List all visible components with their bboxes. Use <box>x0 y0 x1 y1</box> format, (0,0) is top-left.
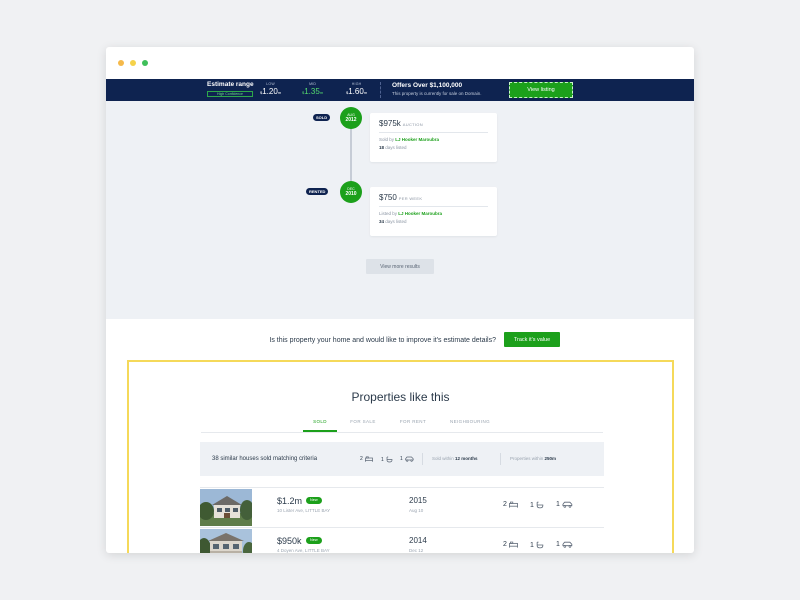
property-baths: 1 <box>530 501 544 509</box>
car-icon <box>562 541 573 548</box>
window-maximize-dot[interactable] <box>142 60 148 66</box>
sold-year: 2015 <box>409 496 427 505</box>
timeline-agent-line: Sold by LJ Hooker Maroubra <box>379 137 440 142</box>
agent-link[interactable]: LJ Hooker Maroubra <box>398 211 442 216</box>
property-photo <box>200 489 252 526</box>
window-close-dot[interactable] <box>118 60 124 66</box>
estimate-high: HIGH $1.60m <box>346 82 367 96</box>
summary-divider <box>422 453 423 465</box>
similar-tabs: SOLD FOR SALE FOR RENT NEIGHBOURING <box>303 414 503 432</box>
browser-window: Estimate range High Confidence LOW $1.20… <box>106 47 694 553</box>
timeline-year: 2012 <box>345 117 357 123</box>
property-price: $1.2m <box>277 496 303 506</box>
property-beds: 2 <box>503 541 518 548</box>
similar-properties-section: Properties like this SOLD FOR SALE FOR R… <box>127 360 674 553</box>
estimate-high-value: $1.60m <box>346 87 368 96</box>
property-cars: 1 <box>556 541 573 548</box>
new-badge: New <box>306 537 322 544</box>
timeline-days-listed: 34 days listed <box>379 219 407 224</box>
car-icon <box>405 456 414 462</box>
property-address: 10 Lister Ave, LITTLE BAY <box>277 508 331 513</box>
window-minimize-dot[interactable] <box>130 60 136 66</box>
estimate-title: Estimate range <box>207 81 254 88</box>
sold-date: Aug 10 <box>409 508 424 513</box>
property-address: 4 Doyen Ave, LITTLE BAY <box>277 548 330 553</box>
estimate-high-label: HIGH <box>351 82 362 86</box>
card-separator <box>379 206 488 207</box>
tab-sold[interactable]: SOLD <box>303 414 337 432</box>
tab-for-rent[interactable]: FOR RENT <box>389 414 437 432</box>
estimate-bar: Estimate range High Confidence LOW $1.20… <box>106 79 694 101</box>
timeline-card: $750 PER WEEK Listed by LJ Hooker Maroubr… <box>370 187 497 236</box>
timeline-tag-rented: RENTED <box>306 188 329 195</box>
summary-divider <box>500 453 501 465</box>
improve-estimate-question: Is this property your home and would lik… <box>269 337 496 344</box>
summary-sold-within: Sold within 12 months <box>432 456 478 461</box>
sold-date: Dec 12 <box>409 548 424 553</box>
window-titlebar <box>106 47 694 79</box>
estimate-mid: MID $1.35m <box>302 82 323 96</box>
summary-beds: 2 <box>360 456 373 462</box>
timeline-date-circle: AUG 2012 <box>340 107 362 129</box>
property-history: SOLD AUG 2012 $975k AUCTION Sold by LJ Ho… <box>106 101 694 319</box>
timeline-tag-sold: SOLD <box>313 114 331 121</box>
timeline-price: $975k AUCTION <box>379 119 423 128</box>
search-summary: 38 similar houses sold matching criteria… <box>200 442 604 476</box>
estimate-low-label: LOW <box>266 82 275 86</box>
bed-icon <box>364 456 373 462</box>
timeline-card: $975k AUCTION Sold by LJ Hooker Maroubra … <box>370 113 497 162</box>
car-icon <box>562 501 573 508</box>
tab-neighbouring[interactable]: NEIGHBOURING <box>437 414 503 432</box>
property-baths: 1 <box>530 541 544 549</box>
confidence-badge: High Confidence <box>207 91 253 97</box>
view-listing-button[interactable]: View listing <box>509 82 573 98</box>
timeline-date-circle: DEC 2010 <box>340 181 362 203</box>
agent-link[interactable]: LJ Hooker Maroubra <box>395 137 439 142</box>
estimate-divider <box>380 82 381 98</box>
summary-text: 38 similar houses sold matching criteria <box>212 456 318 462</box>
summary-cars: 1 <box>400 456 414 462</box>
sold-year: 2014 <box>409 536 427 545</box>
bath-icon <box>536 501 544 509</box>
estimate-mid-label: MID <box>309 82 317 86</box>
property-beds: 2 <box>503 501 518 508</box>
property-photo <box>200 529 252 553</box>
timeline-price: $750 PER WEEK <box>379 193 423 202</box>
summary-props-within: Properties within 250m <box>510 456 557 461</box>
card-separator <box>379 132 488 133</box>
timeline-agent-line: Listed by LJ Hooker Maroubra <box>379 211 443 216</box>
estimate-low: LOW $1.20m <box>260 82 281 96</box>
summary-baths: 1 <box>381 456 393 463</box>
property-price: $950k <box>277 536 302 546</box>
view-more-results-button[interactable]: View more results <box>366 259 434 274</box>
timeline-year: 2010 <box>345 191 357 197</box>
offer-subtitle: This property is currently for sale on D… <box>392 91 482 96</box>
property-cars: 1 <box>556 501 573 508</box>
property-row[interactable]: $950k New 4 Doyen Ave, LITTLE BAY 2014 D… <box>200 527 604 553</box>
timeline-days-listed: 18 days listed <box>379 145 407 150</box>
tab-for-sale[interactable]: FOR SALE <box>337 414 389 432</box>
property-row[interactable]: $1.2m New 10 Lister Ave, LITTLE BAY 2015… <box>200 487 604 527</box>
estimate-mid-value: $1.35m <box>302 87 324 96</box>
new-badge: New <box>306 497 322 504</box>
similar-properties-title: Properties like this <box>351 390 450 404</box>
bed-icon <box>509 501 518 508</box>
estimate-low-value: $1.20m <box>260 87 282 96</box>
bath-icon <box>386 456 393 463</box>
bath-icon <box>536 541 544 549</box>
tabs-divider <box>201 432 603 433</box>
track-value-button[interactable]: Track it's value <box>504 332 560 347</box>
offer-title: Offers Over $1,100,000 <box>392 82 463 89</box>
bed-icon <box>509 541 518 548</box>
